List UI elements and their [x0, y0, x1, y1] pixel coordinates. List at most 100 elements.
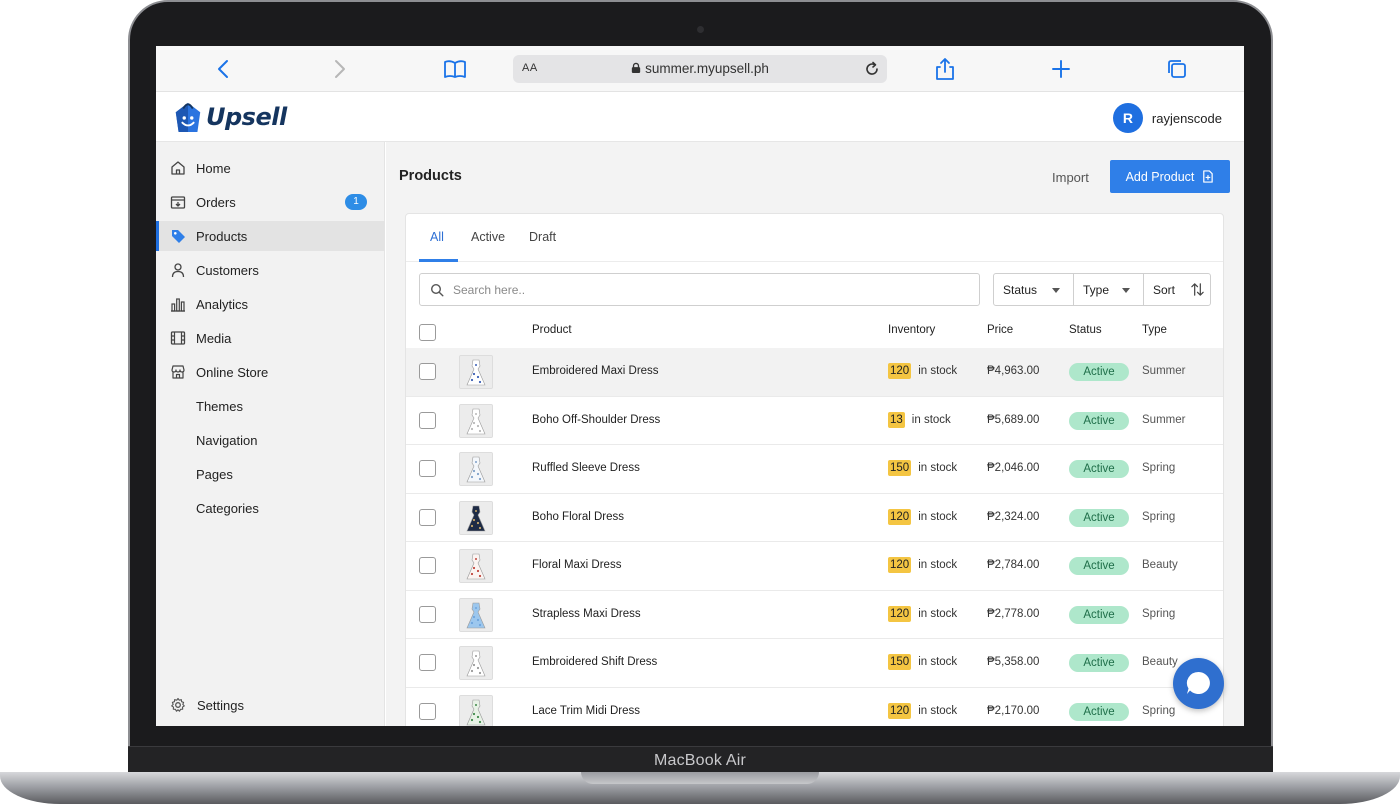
sort-arrows-icon [1191, 283, 1204, 296]
sidebar-item-label: Themes [196, 398, 243, 414]
stock-label: in stock [918, 559, 958, 571]
dress-icon [460, 647, 492, 679]
stock-qty-badge: 120 [888, 363, 912, 379]
stock-qty-badge: 120 [888, 557, 912, 573]
sidebar-item-products[interactable]: Products [156, 221, 385, 251]
table-row[interactable]: Embroidered Maxi Dress 120 in stock ₱4,963.… [406, 348, 1223, 397]
new-tab-icon[interactable] [1048, 56, 1074, 82]
browser-toolbar: AA summer.myupsell.ph [156, 46, 1244, 92]
sort-button[interactable]: Sort [1143, 274, 1210, 305]
screen: AA summer.myupsell.ph Upsell R rayjensco… [156, 46, 1244, 726]
status-filter-label: Status [1003, 282, 1038, 297]
import-button[interactable]: Import [1052, 170, 1089, 185]
tab-all[interactable]: All [430, 230, 444, 244]
dress-icon [460, 404, 492, 437]
sidebar-item-analytics[interactable]: Analytics [156, 289, 385, 319]
tab-draft[interactable]: Draft [529, 230, 556, 244]
table-row[interactable]: Embroidered Shift Dress 150 in stock ₱5,358… [406, 639, 1223, 688]
inventory-cell: 120 in stock [888, 605, 958, 622]
product-type: Spring [1142, 607, 1176, 620]
table-row[interactable]: Boho Off-Shoulder Dress 13 in stock ₱5,689.… [406, 397, 1223, 445]
table-row[interactable]: Ruffled Sleeve Dress 150 in stock ₱2,046.00… [406, 445, 1223, 494]
tab-active[interactable]: Active [471, 230, 505, 244]
tabs-overview-icon[interactable] [1164, 56, 1190, 82]
url-field[interactable]: AA summer.myupsell.ph [513, 55, 887, 83]
table-row[interactable]: Boho Floral Dress 120 in stock ₱2,324.00 Act… [406, 494, 1223, 542]
sidebar-item-categories[interactable]: Categories [156, 493, 385, 523]
forward-icon[interactable] [326, 56, 352, 82]
col-type: Type [1142, 324, 1167, 336]
row-checkbox[interactable] [419, 557, 436, 574]
sidebar-item-label: Navigation [196, 432, 258, 448]
product-name[interactable]: Boho Floral Dress [532, 511, 624, 523]
product-name[interactable]: Floral Maxi Dress [532, 559, 621, 571]
tabs-bar: All Active Draft [406, 214, 1223, 262]
user-menu[interactable]: R rayjenscode [1112, 103, 1222, 133]
share-icon[interactable] [932, 56, 958, 82]
row-checkbox[interactable] [419, 460, 436, 477]
dress-icon [460, 501, 492, 534]
stock-qty-badge: 120 [888, 508, 912, 525]
person-icon [171, 263, 185, 278]
row-checkbox[interactable] [419, 702, 436, 720]
app-header: Upsell R rayjenscode [156, 92, 1244, 142]
status-badge: Active [1069, 411, 1129, 430]
product-name[interactable]: Embroidered Maxi Dress [532, 365, 659, 377]
table-row[interactable]: Strapless Maxi Dress 120 in stock ₱2,778.00… [406, 591, 1223, 639]
stock-label: in stock [918, 656, 958, 668]
sidebar-item-themes[interactable]: Themes [156, 391, 385, 421]
product-name[interactable]: Strapless Maxi Dress [532, 608, 641, 620]
select-all-checkbox[interactable] [419, 324, 436, 341]
product-type: Spring [1142, 704, 1176, 717]
sidebar-item-navigation[interactable]: Navigation [156, 425, 385, 455]
sidebar-item-settings[interactable]: Settings [170, 697, 244, 713]
product-type: Beauty [1142, 559, 1178, 571]
reload-icon[interactable] [863, 60, 881, 78]
status-badge: Active [1069, 702, 1129, 721]
status-badge: Active [1069, 508, 1129, 527]
sidebar-item-label: Analytics [196, 296, 249, 312]
table-row[interactable]: Floral Maxi Dress 120 in stock ₱2,784.00 Act… [406, 542, 1223, 591]
sidebar-item-media[interactable]: Media [156, 323, 385, 353]
stock-qty-badge: 13 [888, 411, 905, 428]
laptop-notch [581, 772, 819, 784]
row-checkbox[interactable] [419, 508, 436, 526]
product-thumbnail [459, 452, 493, 486]
stock-label: in stock [911, 413, 951, 426]
dress-icon [460, 598, 492, 631]
inventory-cell: 150 in stock [888, 460, 957, 476]
bookmarks-icon[interactable] [442, 56, 468, 82]
sidebar-item-home[interactable]: Home [156, 153, 385, 183]
product-price: ₱4,963.00 [987, 365, 1040, 377]
search-box[interactable] [419, 273, 980, 306]
row-checkbox[interactable] [419, 411, 436, 429]
tag-icon [172, 230, 185, 243]
sidebar-item-online-store[interactable]: Online Store [156, 357, 385, 387]
product-thumbnail [459, 549, 493, 583]
add-product-button[interactable]: Add Product [1110, 160, 1230, 193]
product-name[interactable]: Ruffled Sleeve Dress [532, 462, 640, 474]
row-checkbox[interactable] [419, 605, 436, 623]
table-row[interactable]: Lace Trim Midi Dress 120 in stock ₱2,170.00… [406, 688, 1223, 726]
add-product-label: Add Product [1125, 169, 1195, 184]
status-filter-dropdown[interactable]: Status [994, 274, 1073, 305]
sidebar-item-pages[interactable]: Pages [156, 459, 385, 489]
row-checkbox[interactable] [419, 654, 436, 671]
dress-icon [460, 356, 492, 388]
gear-icon [171, 697, 185, 712]
logo[interactable]: Upsell [172, 98, 287, 136]
chat-button[interactable] [1173, 658, 1224, 709]
product-thumbnail [459, 355, 493, 389]
product-name[interactable]: Embroidered Shift Dress [532, 656, 657, 668]
sidebar-item-orders[interactable]: Orders 1 [156, 187, 385, 217]
row-checkbox[interactable] [419, 363, 436, 380]
product-name[interactable]: Boho Off-Shoulder Dress [532, 414, 660, 426]
product-type: Spring [1142, 462, 1176, 474]
product-thumbnail [459, 403, 493, 438]
sidebar-item-customers[interactable]: Customers [156, 255, 385, 285]
back-icon[interactable] [211, 56, 237, 82]
product-name[interactable]: Lace Trim Midi Dress [532, 705, 640, 717]
search-input[interactable] [453, 281, 953, 299]
stock-label: in stock [918, 607, 958, 620]
type-filter-dropdown[interactable]: Type [1073, 274, 1143, 305]
